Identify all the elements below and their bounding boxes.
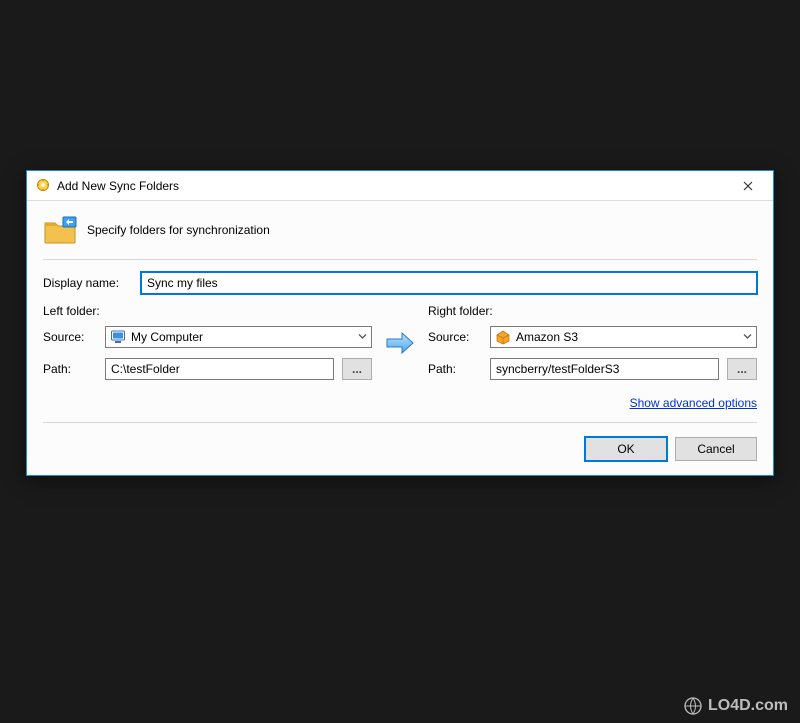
- right-source-dropdown[interactable]: Amazon S3: [490, 326, 757, 348]
- button-row: OK Cancel: [43, 433, 757, 461]
- dialog-title: Add New Sync Folders: [57, 179, 725, 193]
- left-source-dropdown[interactable]: My Computer: [105, 326, 372, 348]
- right-source-value: Amazon S3: [516, 330, 578, 344]
- dialog-body: Specify folders for synchronization Disp…: [27, 201, 773, 475]
- arrow-cell: [382, 304, 418, 356]
- left-path-label: Path:: [43, 362, 97, 376]
- chevron-down-icon: [743, 332, 752, 343]
- right-browse-button[interactable]: ...: [727, 358, 757, 380]
- watermark-text: LO4D.com: [708, 697, 788, 715]
- computer-icon: [110, 329, 126, 345]
- globe-icon: [684, 697, 702, 715]
- header: Specify folders for synchronization: [43, 211, 757, 255]
- folder-columns: Left folder: Source: My Computer: [43, 304, 757, 390]
- titlebar: Add New Sync Folders: [27, 171, 773, 201]
- close-button[interactable]: [725, 172, 771, 200]
- left-folder-heading: Left folder:: [43, 304, 372, 318]
- dialog-subtitle: Specify folders for synchronization: [87, 223, 270, 237]
- right-folder-heading: Right folder:: [428, 304, 757, 318]
- amazon-s3-icon: [495, 329, 511, 345]
- app-icon: [35, 178, 51, 194]
- right-folder-panel: Right folder: Source: Amazon S3: [428, 304, 757, 390]
- display-name-label: Display name:: [43, 276, 133, 290]
- left-folder-panel: Left folder: Source: My Computer: [43, 304, 372, 390]
- divider: [43, 422, 757, 423]
- sync-folder-icon: [43, 215, 77, 245]
- display-name-row: Display name:: [43, 272, 757, 294]
- left-path-input[interactable]: [105, 358, 334, 380]
- close-icon: [743, 181, 753, 191]
- right-path-label: Path:: [428, 362, 482, 376]
- chevron-down-icon: [358, 332, 367, 343]
- ok-button[interactable]: OK: [585, 437, 667, 461]
- advanced-link-row: Show advanced options: [43, 390, 757, 412]
- watermark: LO4D.com: [684, 697, 788, 715]
- left-browse-button[interactable]: ...: [342, 358, 372, 380]
- left-source-label: Source:: [43, 330, 97, 344]
- display-name-input[interactable]: [141, 272, 757, 294]
- dialog-window: Add New Sync Folders Specify folders for…: [26, 170, 774, 476]
- right-source-label: Source:: [428, 330, 482, 344]
- arrow-right-icon: [384, 330, 416, 356]
- cancel-button[interactable]: Cancel: [675, 437, 757, 461]
- show-advanced-link[interactable]: Show advanced options: [630, 396, 757, 410]
- left-source-value: My Computer: [131, 330, 203, 344]
- right-path-input[interactable]: [490, 358, 719, 380]
- divider: [43, 259, 757, 260]
